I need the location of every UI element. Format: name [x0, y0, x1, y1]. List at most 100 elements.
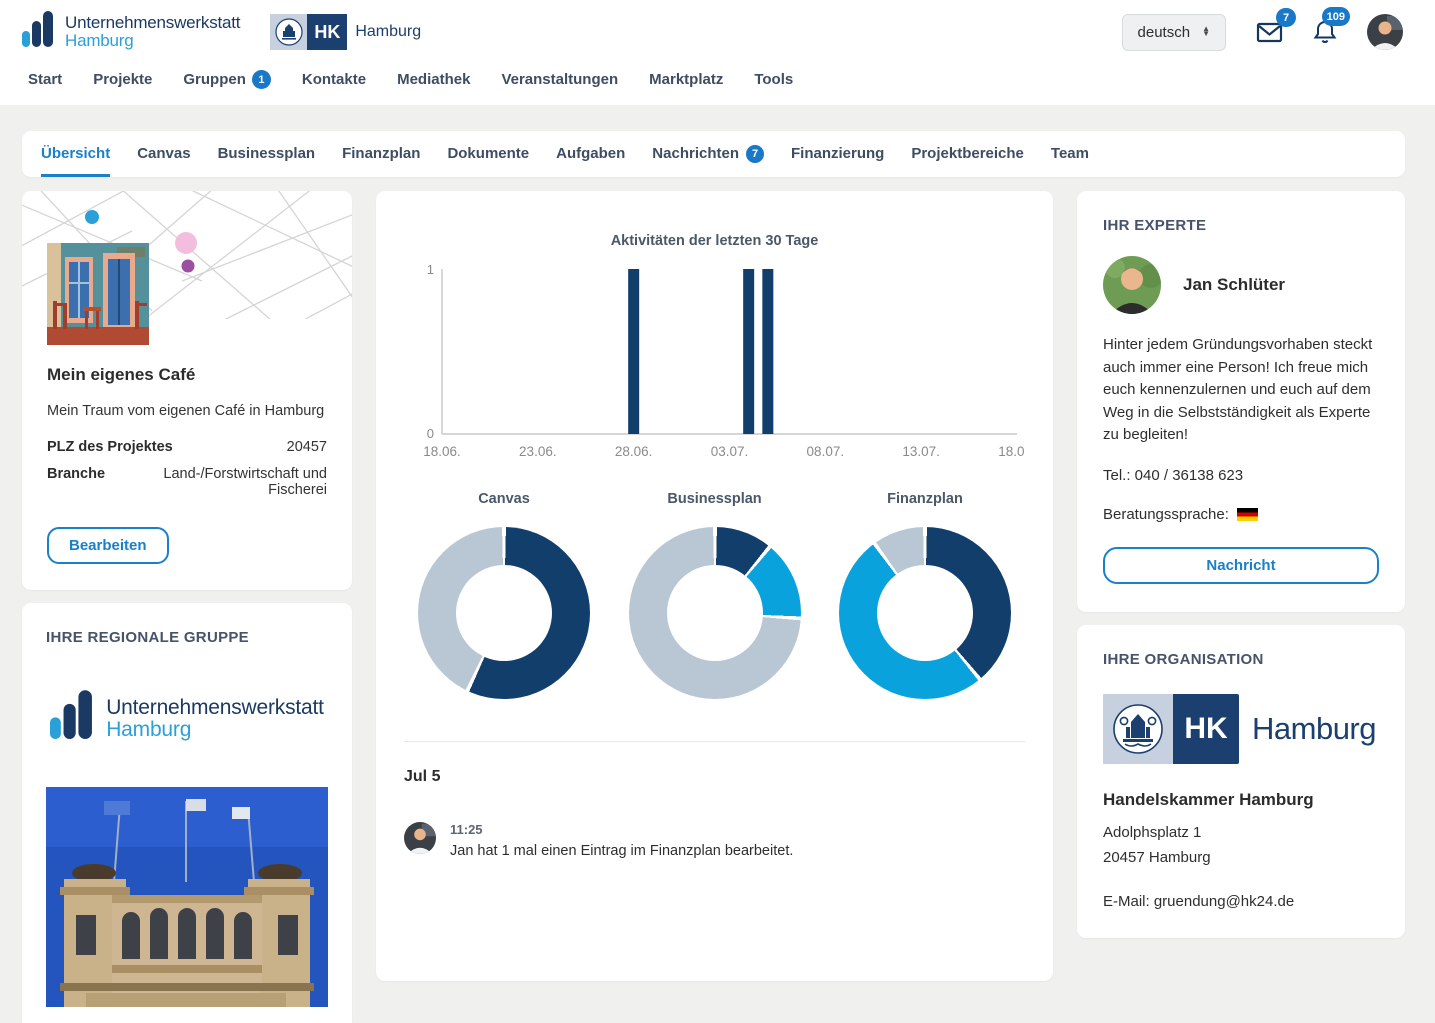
svg-text:1: 1	[427, 262, 434, 277]
organisation-name: Handelskammer Hamburg	[1103, 790, 1379, 810]
nav-item-start[interactable]: Start	[28, 70, 62, 89]
brand-logo[interactable]: Unternehmenswerkstatt Hamburg	[22, 11, 240, 54]
donut-block-canvas: Canvas	[418, 491, 590, 699]
language-select[interactable]: deutsch ▲▼	[1122, 14, 1226, 51]
project-tabbar: Übersicht Canvas Businessplan Finanzplan Dok…	[22, 131, 1405, 177]
svg-text:18.07.: 18.07.	[998, 444, 1025, 459]
project-card: Mein eigenes Café Mein Traum vom eigenen…	[22, 191, 352, 590]
brand-line2: Hamburg	[65, 32, 240, 50]
timeline-entry: 11:25 Jan hat 1 mal einen Eintrag im Fin…	[404, 822, 1025, 859]
timeline-divider	[404, 741, 1025, 742]
nav-item-mediathek[interactable]: Mediathek	[397, 70, 470, 89]
donut-block-finanzplan: Finanzplan	[839, 491, 1011, 699]
organisation-logo: HK Hamburg	[1103, 694, 1379, 764]
tab-aufgaben[interactable]: Aufgaben	[556, 131, 625, 177]
activity-bar-chart: 1018.06.23.06.28.06.03.07.08.07.13.07.18…	[404, 253, 1025, 465]
tab-businessplan[interactable]: Businessplan	[218, 131, 316, 177]
donut-title-finanzplan: Finanzplan	[887, 491, 963, 507]
regional-group-logo[interactable]: Unternehmenswerkstatt Hamburg	[46, 690, 328, 747]
project-image	[47, 243, 149, 345]
regional-group-heading: IHRE REGIONALE GRUPPE	[46, 629, 328, 646]
activity-chart-title: Aktivitäten der letzten 30 Tage	[404, 233, 1025, 249]
donut-title-businessplan: Businessplan	[667, 491, 761, 507]
activity-bar-28.06.	[628, 269, 639, 434]
activity-bar-04.07.	[743, 269, 754, 434]
header-actions: deutsch ▲▼ 7 109	[1122, 14, 1403, 51]
progress-donuts: Canvas Businessplan Finanzplan	[404, 491, 1025, 699]
nav-item-veranstaltungen[interactable]: Veranstaltungen	[501, 70, 618, 89]
header: Unternehmenswerkstatt Hamburg HK Hamburg	[0, 0, 1435, 64]
org-emblem	[1103, 694, 1173, 764]
left-column: Mein eigenes Café Mein Traum vom eigenen…	[22, 191, 352, 1023]
notifications-button[interactable]: 109	[1313, 19, 1337, 45]
hk-emblem	[270, 14, 307, 50]
right-column: IHR EXPERTE Jan Schlüter H	[1077, 191, 1405, 938]
german-flag-icon	[1237, 508, 1258, 521]
svg-text:28.06.: 28.06.	[615, 444, 653, 459]
donut-block-businessplan: Businessplan	[629, 491, 801, 699]
content-grid: Mein eigenes Café Mein Traum vom eigenen…	[22, 191, 1405, 1023]
hk-city-label: Hamburg	[355, 23, 421, 41]
svg-text:0: 0	[427, 426, 434, 441]
hk-box: HK	[307, 14, 347, 50]
nav-item-marktplatz[interactable]: Marktplatz	[649, 70, 723, 89]
org-hk-box: HK	[1173, 694, 1239, 764]
edit-project-button[interactable]: Bearbeiten	[47, 527, 169, 564]
nav-item-tools[interactable]: Tools	[754, 70, 793, 89]
tab-badge-nachrichten: 7	[746, 145, 764, 163]
tab-team[interactable]: Team	[1051, 131, 1089, 177]
project-field-branche: Branche Land-/Forstwirtschaft und Fische…	[47, 466, 327, 498]
nav-badge-gruppen: 1	[252, 70, 271, 89]
middle-column: Aktivitäten der letzten 30 Tage 1018.06.…	[376, 191, 1053, 981]
tab-nachrichten[interactable]: Nachrichten7	[652, 131, 764, 177]
tab-finanzplan[interactable]: Finanzplan	[342, 131, 420, 177]
tab-finanzierung[interactable]: Finanzierung	[791, 131, 884, 177]
nav-item-kontakte[interactable]: Kontakte	[302, 70, 366, 89]
svg-text:13.07.: 13.07.	[902, 444, 940, 459]
expert-language-row: Beratungssprache:	[1103, 506, 1379, 523]
brand-bars-icon	[22, 11, 56, 54]
tab-canvas[interactable]: Canvas	[137, 131, 190, 177]
svg-text:23.06.: 23.06.	[519, 444, 557, 459]
donut-title-canvas: Canvas	[478, 491, 530, 507]
expert-bio: Hinter jedem Gründungsvorhaben steckt au…	[1103, 334, 1379, 447]
expert-phone: Tel.: 040 / 36138 623	[1103, 467, 1379, 484]
expert-header: Jan Schlüter	[1103, 256, 1379, 314]
regional-group-card: IHRE REGIONALE GRUPPE Unternehmenswerkst…	[22, 603, 352, 1023]
language-value: deutsch	[1138, 24, 1191, 41]
organisation-address: Adolphsplatz 1 20457 Hamburg	[1103, 820, 1379, 871]
svg-text:03.07.: 03.07.	[711, 444, 749, 459]
project-description: Mein Traum vom eigenen Café in Hamburg	[47, 403, 327, 419]
organisation-heading: IHRE ORGANISATION	[1103, 651, 1379, 668]
group-logo-bars-icon	[50, 690, 96, 747]
timeline-date: Jul 5	[404, 768, 1025, 786]
notifications-badge: 109	[1322, 7, 1350, 26]
organisation-card: IHRE ORGANISATION	[1077, 625, 1405, 938]
timeline-avatar	[404, 822, 436, 854]
nav-item-projekte[interactable]: Projekte	[93, 70, 152, 89]
organisation-email: E-Mail: gruendung@hk24.de	[1103, 893, 1379, 910]
regional-group-photo	[46, 787, 328, 1007]
org-hk-city: Hamburg	[1252, 711, 1376, 747]
tab-projektbereiche[interactable]: Projektbereiche	[911, 131, 1024, 177]
message-expert-button[interactable]: Nachricht	[1103, 547, 1379, 584]
project-body: Mein eigenes Café Mein Traum vom eigenen…	[22, 319, 352, 590]
timeline-entry-text: Jan hat 1 mal einen Eintrag im Finanzpla…	[450, 843, 793, 859]
messages-button[interactable]: 7	[1256, 20, 1283, 44]
project-field-plz: PLZ des Projektes 20457	[47, 439, 327, 455]
activity-bar-05.07.	[762, 269, 773, 434]
tab-übersicht[interactable]: Übersicht	[41, 131, 110, 177]
organisation-address-line1: Adolphsplatz 1	[1103, 824, 1201, 841]
main-content: Übersicht Canvas Businessplan Finanzplan Dok…	[0, 105, 1435, 1023]
donut-chart-canvas	[418, 527, 590, 699]
expert-avatar[interactable]	[1103, 256, 1161, 314]
messages-badge: 7	[1276, 8, 1296, 27]
timeline-entry-body: 11:25 Jan hat 1 mal einen Eintrag im Fin…	[450, 822, 793, 859]
svg-text:08.07.: 08.07.	[807, 444, 845, 459]
expert-language-label: Beratungssprache:	[1103, 506, 1229, 523]
brand-line1: Unternehmenswerkstatt	[65, 14, 240, 32]
nav-item-gruppen[interactable]: Gruppen1	[183, 70, 271, 89]
expert-card: IHR EXPERTE Jan Schlüter H	[1077, 191, 1405, 612]
user-avatar[interactable]	[1367, 14, 1403, 50]
tab-dokumente[interactable]: Dokumente	[447, 131, 529, 177]
